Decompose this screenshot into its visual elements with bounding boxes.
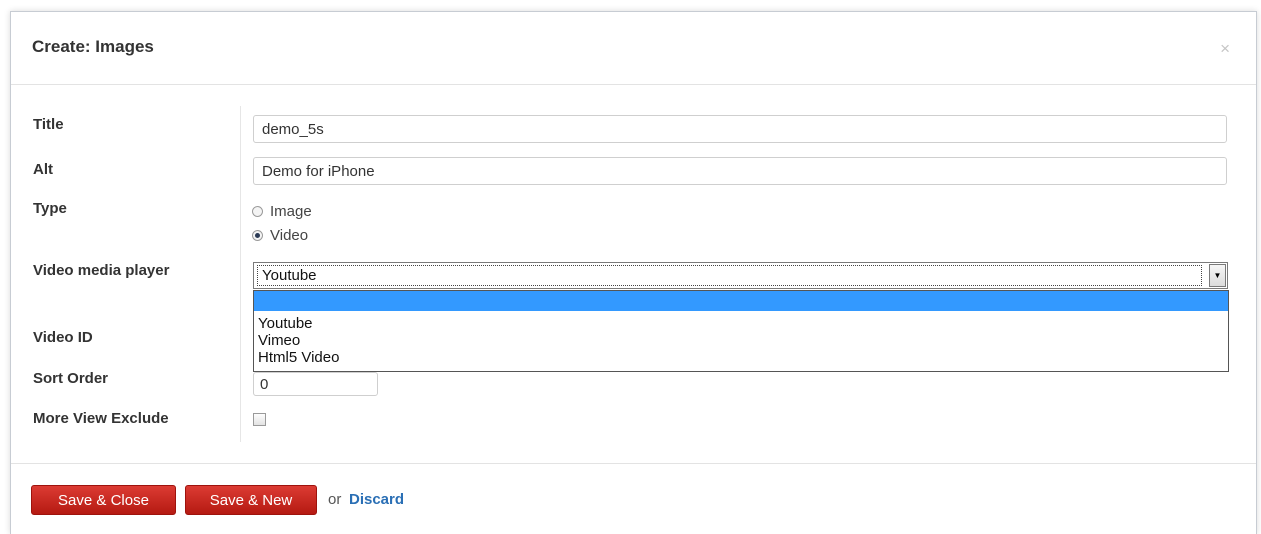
title-label: Title — [33, 116, 64, 133]
close-icon[interactable]: × — [1220, 39, 1230, 59]
radio-image[interactable] — [252, 206, 263, 217]
player-dropdown-list: Youtube Vimeo Html5 Video — [253, 290, 1229, 372]
more-view-exclude-label: More View Exclude — [33, 410, 169, 427]
player-option-vimeo[interactable]: Vimeo — [254, 332, 1228, 349]
modal-title: Create: Images — [32, 37, 154, 56]
radio-video[interactable] — [252, 230, 263, 241]
alt-input[interactable] — [253, 157, 1227, 185]
player-selected-value: Youtube — [257, 265, 1202, 286]
radio-image-label: Image — [270, 203, 312, 220]
player-select[interactable]: Youtube ▼ — [253, 262, 1228, 289]
modal-header: Create: Images × — [11, 12, 1256, 85]
type-radio-image[interactable]: Image — [252, 203, 312, 220]
save-new-button[interactable]: Save & New — [185, 485, 317, 515]
or-text: or — [328, 491, 342, 508]
create-images-modal: Create: Images × Title Alt Type Image Vi… — [10, 11, 1257, 534]
radio-video-label: Video — [270, 227, 309, 244]
alt-label: Alt — [33, 161, 53, 178]
type-label: Type — [33, 200, 67, 217]
sort-order-input[interactable] — [253, 372, 378, 396]
player-option-html5[interactable]: Html5 Video — [254, 349, 1228, 366]
footer-divider — [11, 463, 1256, 464]
player-option-youtube[interactable]: Youtube — [254, 315, 1228, 332]
sort-order-label: Sort Order — [33, 370, 109, 387]
form-divider — [240, 106, 241, 442]
save-close-button[interactable]: Save & Close — [31, 485, 176, 515]
more-view-exclude-checkbox[interactable] — [253, 413, 266, 426]
type-radio-video[interactable]: Video — [252, 227, 308, 244]
player-option-empty[interactable] — [254, 291, 1228, 311]
discard-link[interactable]: Discard — [349, 491, 404, 508]
player-label: Video media player — [33, 262, 170, 279]
title-input[interactable] — [253, 115, 1227, 143]
video-id-label: Video ID — [33, 329, 93, 346]
chevron-down-icon[interactable]: ▼ — [1209, 264, 1226, 287]
